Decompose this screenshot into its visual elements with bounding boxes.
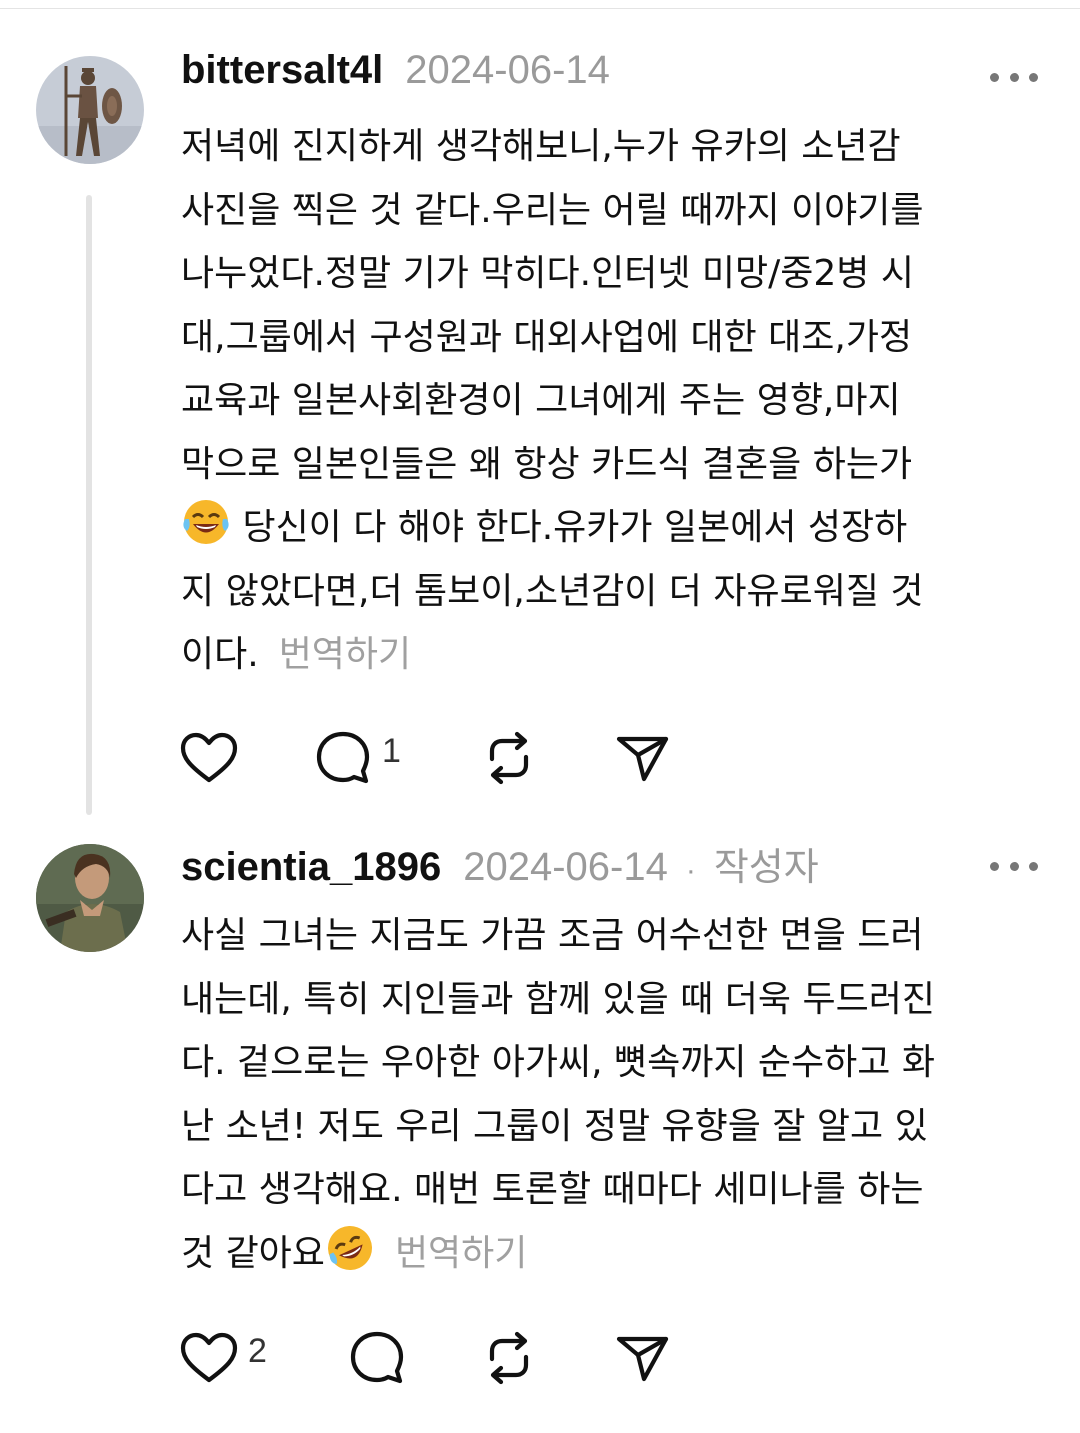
statue-avatar-image: [36, 56, 144, 164]
text-line: 나누었다.정말 기가 막히다.인터넷 미망/중2병 시: [181, 253, 914, 294]
laughing-tears-emoji: [183, 500, 229, 544]
text-line: 이다.: [181, 634, 259, 675]
text-line: 저녁에 진지하게 생각해보니,누가 유카의 소년감: [181, 126, 901, 167]
timestamp: 2024-06-14: [463, 845, 668, 889]
text-line-last: 것 같아요 번역하기: [181, 1222, 1051, 1286]
text-line: 지 않았다면,더 톰보이,소년감이 더 자유로워질 것: [181, 570, 924, 612]
comment-text: 저녁에 진지하게 생각해보니,누가 유카의 소년감사진을 찍은 것 같다.우리는…: [181, 115, 1051, 687]
repost-icon: [489, 731, 529, 785]
heart-icon: [180, 732, 238, 783]
reply-button[interactable]: 1: [314, 728, 401, 788]
more-options-icon[interactable]: [990, 71, 1038, 83]
character-avatar-image: [36, 844, 144, 952]
comment-header: scientia_1896 2024-06-14 · 작성자: [181, 836, 819, 896]
separator-dot: ·: [685, 854, 696, 887]
author-badge: 작성자: [713, 845, 819, 889]
text-line: 난 소년! 저도 우리 그룹이 정말 유향을 잘 알고 있: [181, 1105, 928, 1147]
share-button[interactable]: [614, 1328, 672, 1388]
text-line: 사실 그녀는 지금도 가끔 조금 어수선한 면을 드러: [181, 915, 924, 956]
send-icon: [616, 1336, 669, 1382]
username[interactable]: bittersalt4l: [181, 48, 383, 93]
text-line: 교육과 일본사회환경이 그녀에게 주는 영향,마지: [181, 380, 901, 421]
more-options-icon[interactable]: [990, 860, 1038, 872]
like-count: 2: [248, 1331, 267, 1370]
text-line: 것 같아요: [181, 1232, 325, 1274]
text-line: 다. 겉으로는 우아한 아가씨, 뼛속까지 순수하고 화: [181, 1042, 935, 1083]
text-line: 다고 생각해요. 매번 토론할 때마다 세미나를 하는: [181, 1169, 924, 1210]
share-button[interactable]: [614, 728, 672, 788]
text-line-with-emoji: 당신이 다 해야 한다.유카가 일본에서 성장하: [181, 496, 1051, 560]
rolling-laughing-emoji: [327, 1225, 372, 1270]
comment-icon: [316, 731, 370, 784]
text-line: 내는데, 특히 지인들과 함께 있을 때 더욱 두드러진: [181, 978, 935, 1020]
timestamp: 2024-06-14: [405, 48, 610, 92]
comment-text: 사실 그녀는 지금도 가끔 조금 어수선한 면을 드러내는데, 특히 지인들과 …: [181, 904, 1051, 1285]
reply-count: 1: [382, 731, 401, 770]
avatar[interactable]: [36, 56, 144, 164]
avatar[interactable]: [36, 844, 144, 952]
repost-button[interactable]: [480, 1328, 538, 1388]
thread-line: [86, 195, 92, 815]
like-button[interactable]: [180, 728, 238, 788]
like-button[interactable]: 2: [180, 1328, 267, 1388]
comment-icon: [350, 1331, 404, 1384]
heart-icon: [180, 1332, 238, 1383]
repost-icon: [489, 1331, 529, 1385]
repost-button[interactable]: [480, 728, 538, 788]
top-divider: [0, 8, 1080, 9]
comment-header: bittersalt4l 2024-06-14: [181, 48, 610, 108]
send-icon: [616, 736, 669, 782]
translate-link[interactable]: 번역하기: [279, 634, 411, 675]
translate-link[interactable]: 번역하기: [395, 1233, 527, 1274]
reply-button[interactable]: [348, 1328, 406, 1388]
text-line-last: 이다. 번역하기: [181, 623, 1051, 687]
text-line: 사진을 찍은 것 같다.우리는 어릴 때까지 이야기를: [181, 189, 924, 231]
text-line: 막으로 일본인들은 왜 항상 카드식 결혼을 하는가: [181, 443, 913, 485]
text-line: 대,그룹에서 구성원과 대외사업에 대한 대조,가정: [181, 316, 913, 358]
text-line: 당신이 다 해야 한다.유카가 일본에서 성장하: [231, 507, 908, 548]
username[interactable]: scientia_1896: [181, 845, 441, 890]
